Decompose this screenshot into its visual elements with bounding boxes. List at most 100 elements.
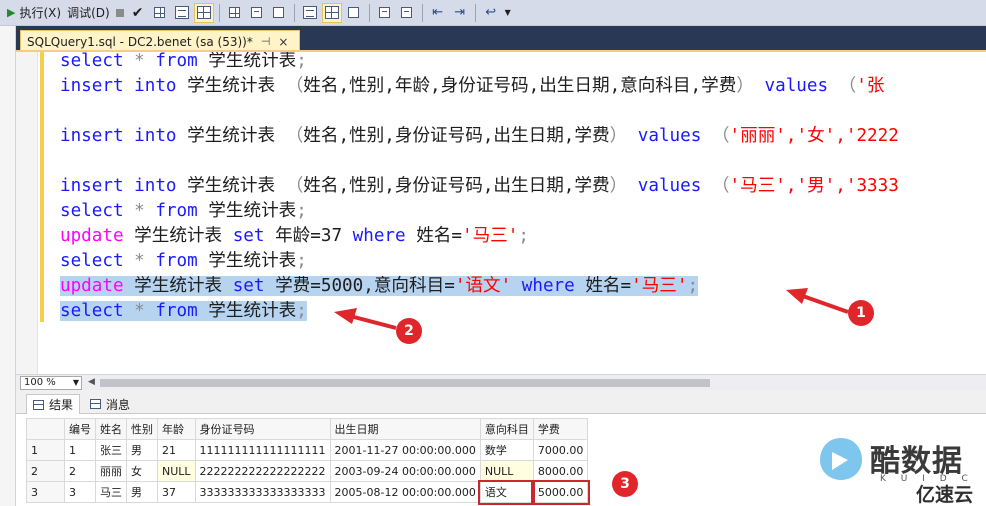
code-line[interactable] bbox=[60, 149, 899, 174]
identifier: 学生统计表 bbox=[176, 126, 286, 146]
query-editor[interactable]: select * from 学生统计表; insert into 学生统计表 （姓… bbox=[16, 52, 986, 374]
code-line[interactable]: select * from 学生统计表; bbox=[60, 299, 899, 324]
query-options-button[interactable] bbox=[172, 3, 192, 23]
close-icon[interactable]: × bbox=[278, 35, 288, 49]
decrease-indent-button[interactable]: ⇤ bbox=[428, 3, 448, 23]
table-cell[interactable]: 女 bbox=[126, 460, 158, 482]
keyword: update bbox=[60, 276, 124, 296]
client-stats-button[interactable] bbox=[247, 3, 267, 23]
comment-button[interactable] bbox=[375, 3, 395, 23]
table-cell[interactable]: NULL bbox=[157, 460, 196, 482]
increase-indent-button[interactable]: ⇥ bbox=[450, 3, 470, 23]
column-header[interactable]: 年龄 bbox=[157, 418, 196, 440]
operator: * bbox=[134, 251, 145, 271]
table-cell[interactable]: 3 bbox=[64, 481, 96, 503]
document-tab-bar: SQLQuery1.sql - DC2.benet (sa (53))* ⊣ × bbox=[16, 26, 986, 52]
table-cell[interactable]: 8000.00 bbox=[532, 460, 589, 482]
uncomment-button[interactable] bbox=[397, 3, 417, 23]
table-cell[interactable]: 111111111111111111 bbox=[194, 439, 331, 461]
keyword: insert bbox=[60, 76, 124, 96]
estimated-plan-button[interactable] bbox=[150, 3, 170, 23]
table-cell[interactable]: 语文 bbox=[478, 479, 536, 505]
horizontal-scrollbar[interactable] bbox=[100, 379, 710, 387]
table-row[interactable]: 2 2 丽丽女 NULL 222222222222222222 2003-09-24 00… bbox=[26, 460, 589, 482]
table-cell[interactable]: 21 bbox=[157, 439, 196, 461]
code-line[interactable]: insert into 学生统计表 （姓名,性别,身份证号码,出生日期,学费） … bbox=[60, 124, 899, 149]
code-line[interactable]: select * from 学生统计表; bbox=[60, 249, 899, 274]
stop-button[interactable] bbox=[113, 3, 127, 23]
table-row[interactable]: 3 3 马三男 37 333333333333333333 2005-08-12 00:0… bbox=[26, 479, 590, 505]
code-line[interactable]: update 学生统计表 set 学费=5000,意向科目='语文' where… bbox=[60, 274, 899, 299]
table-cell[interactable]: 马三 bbox=[95, 481, 127, 503]
terminator: ; bbox=[518, 226, 529, 246]
results-to-file-button[interactable] bbox=[344, 3, 364, 23]
code-line[interactable]: insert into 学生统计表 （姓名,性别,身份证号码,出生日期,学费） … bbox=[60, 174, 899, 199]
table-cell[interactable]: NULL bbox=[479, 460, 534, 482]
column-header[interactable]: 出生日期 bbox=[329, 418, 481, 440]
table-cell[interactable]: 222222222222222222 bbox=[194, 460, 331, 482]
paren: （ bbox=[701, 126, 730, 146]
column-header[interactable]: 学费 bbox=[532, 418, 589, 440]
results-to-text-button[interactable] bbox=[300, 3, 320, 23]
scroll-left-icon[interactable]: ◀ bbox=[88, 377, 95, 387]
results-to-grid-button[interactable] bbox=[193, 2, 214, 23]
table-cell[interactable]: 1 bbox=[64, 439, 96, 461]
code-line[interactable] bbox=[60, 99, 899, 124]
identifier: 学生统计表 bbox=[176, 76, 286, 96]
table-cell[interactable]: 37 bbox=[157, 481, 196, 503]
tab-sqlquery1[interactable]: SQLQuery1.sql - DC2.benet (sa (53))* ⊣ × bbox=[20, 30, 300, 52]
parse-button[interactable]: ✔ bbox=[128, 3, 148, 23]
table-cell[interactable]: 数学 bbox=[479, 439, 534, 461]
row-number[interactable]: 1 bbox=[26, 439, 65, 461]
keyword: from bbox=[155, 201, 198, 221]
column-header[interactable]: 姓名 bbox=[95, 418, 127, 440]
row-number[interactable]: 3 bbox=[26, 481, 65, 503]
code-line[interactable]: select * from 学生统计表; bbox=[60, 199, 899, 224]
table-cell[interactable]: 333333333333333333 bbox=[194, 481, 331, 503]
row-number[interactable]: 2 bbox=[26, 460, 65, 482]
sql-code[interactable]: select * from 学生统计表; insert into 学生统计表 （姓… bbox=[60, 52, 899, 324]
tab-results[interactable]: 结果 bbox=[26, 394, 81, 414]
table-cell[interactable]: 5000.00 bbox=[531, 479, 590, 505]
table-cell[interactable]: 7000.00 bbox=[532, 439, 589, 461]
table-cell[interactable]: 丽丽 bbox=[95, 460, 127, 482]
column-header[interactable]: 编号 bbox=[64, 418, 96, 440]
paren: （ bbox=[285, 176, 304, 196]
toolbar-overflow[interactable]: ▼ bbox=[502, 3, 514, 23]
table-row[interactable]: 1 1 张三男 21 111111111111111111 2001-11-27 00:0… bbox=[26, 439, 589, 461]
column-header[interactable]: 性别 bbox=[126, 418, 158, 440]
code-line[interactable]: insert into 学生统计表 （姓名,性别,年龄,身份证号码,出生日期,意… bbox=[60, 74, 899, 99]
code-line[interactable]: select * from 学生统计表; bbox=[60, 52, 899, 74]
toolbar-separator bbox=[474, 3, 476, 22]
table-cell[interactable]: 男 bbox=[126, 439, 158, 461]
table-cell[interactable]: 2 bbox=[64, 460, 96, 482]
execute-button[interactable]: ▶ 执行(X) bbox=[4, 3, 64, 23]
column-header[interactable]: 身份证号码 bbox=[194, 418, 331, 440]
pin-icon[interactable]: ⊣ bbox=[261, 35, 271, 48]
live-stats-button[interactable] bbox=[269, 3, 289, 23]
actual-plan-button[interactable] bbox=[225, 3, 245, 23]
operator: * bbox=[134, 301, 145, 321]
keyword: where bbox=[521, 276, 575, 296]
code-line[interactable]: update 学生统计表 set 年龄=37 where 姓名='马三'; bbox=[60, 224, 899, 249]
watermark-logo-icon bbox=[820, 438, 862, 480]
keyword: values bbox=[637, 126, 702, 146]
tab-messages[interactable]: 消息 bbox=[84, 394, 136, 414]
corner-cell[interactable] bbox=[26, 418, 65, 440]
zoom-select[interactable]: 100 % ▼ bbox=[20, 376, 82, 390]
table-cell[interactable]: 男 bbox=[126, 481, 158, 503]
results-grid-toggle[interactable] bbox=[321, 2, 342, 23]
table-cell[interactable]: 张三 bbox=[95, 439, 127, 461]
chevron-down-icon: ▼ bbox=[504, 8, 511, 17]
column-header[interactable]: 意向科目 bbox=[479, 418, 534, 440]
table-cell[interactable]: 2001-11-27 00:00:00.000 bbox=[329, 439, 481, 461]
specify-values-button[interactable]: ↩ bbox=[481, 3, 501, 23]
terminator: ; bbox=[296, 301, 307, 321]
debug-button[interactable]: 调试(D) bbox=[64, 3, 113, 23]
keyword: from bbox=[155, 301, 198, 321]
table-cell[interactable]: 2005-08-12 00:00:00.000 bbox=[329, 481, 481, 503]
table-cell[interactable]: 2003-09-24 00:00:00.000 bbox=[329, 460, 481, 482]
keyword: set bbox=[232, 226, 265, 246]
